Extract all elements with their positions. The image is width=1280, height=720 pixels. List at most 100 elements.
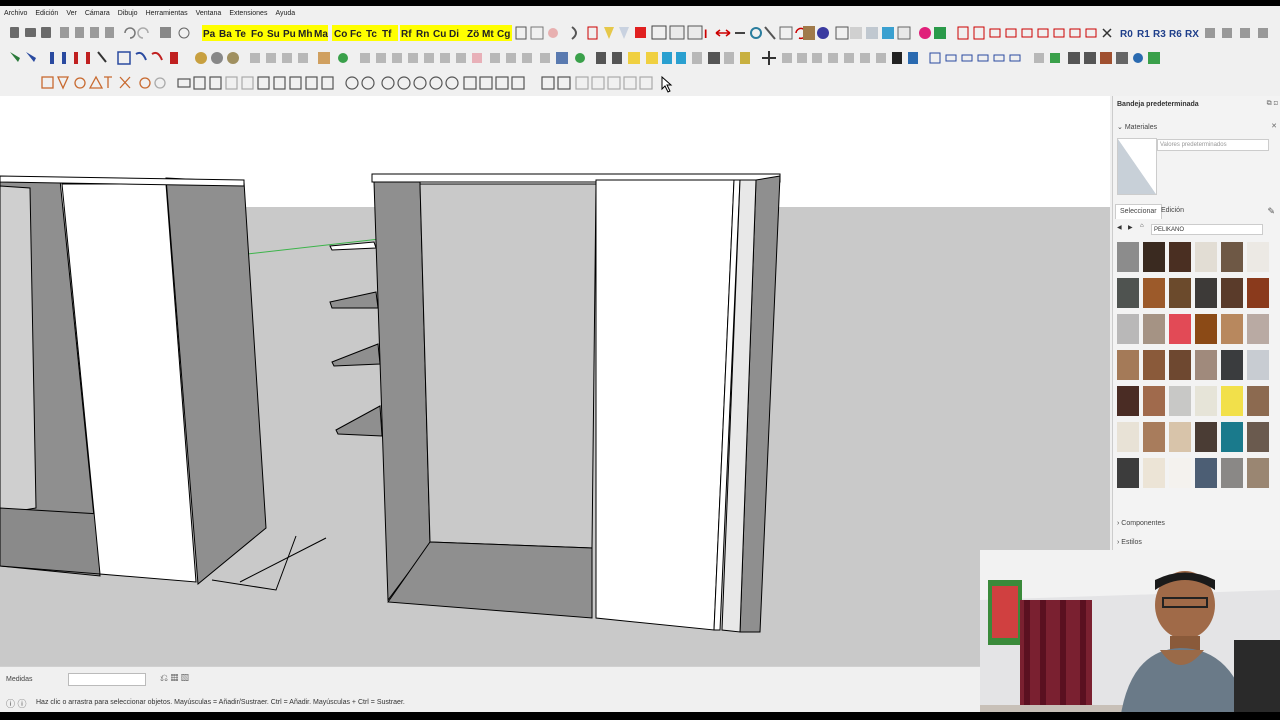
tool-h-icon[interactable] [797, 53, 807, 63]
style-icon[interactable] [556, 52, 568, 64]
tool-g-icon[interactable] [782, 53, 792, 63]
tool-a-icon[interactable] [596, 52, 606, 64]
material-swatch[interactable] [1117, 314, 1139, 344]
tool-n-icon[interactable] [892, 52, 902, 64]
section-12-icon[interactable] [540, 53, 550, 63]
plugin-ma-button[interactable]: Ma [314, 29, 328, 40]
cut-icon[interactable] [60, 27, 69, 38]
material-swatch[interactable] [1221, 350, 1243, 380]
rotation-r1-button[interactable]: R1 [1137, 29, 1150, 40]
material-swatch[interactable] [1247, 422, 1269, 452]
rotation-r3-button[interactable]: R3 [1153, 29, 1166, 40]
text-tool-icon[interactable] [515, 26, 527, 40]
material-swatch[interactable] [1169, 458, 1191, 488]
blue-arrow-icon[interactable] [662, 52, 672, 64]
tool-x-icon[interactable] [1068, 52, 1080, 64]
axes-icon[interactable] [86, 52, 90, 64]
tool-b-icon[interactable] [612, 52, 622, 64]
paste-icon[interactable] [90, 27, 99, 38]
material-swatch[interactable] [1247, 314, 1269, 344]
section-4-icon[interactable] [408, 53, 418, 63]
material-swatch[interactable] [1117, 242, 1139, 272]
material-swatch[interactable] [1195, 242, 1217, 272]
yellow-tool-icon[interactable] [628, 52, 640, 64]
red-frame-5-icon[interactable] [1021, 28, 1033, 38]
orange-tool-7-icon[interactable] [139, 77, 151, 89]
material-swatch[interactable] [1247, 458, 1269, 488]
material-name-field[interactable]: Valores predeterminados [1157, 139, 1269, 151]
plugin-mt-button[interactable]: Mt [482, 29, 494, 40]
menu-camara[interactable]: Cámara [85, 10, 110, 17]
material-swatch[interactable] [1195, 386, 1217, 416]
menu-ver[interactable]: Ver [66, 10, 77, 17]
rotation-rx-button[interactable]: RX [1185, 29, 1199, 40]
home-icon[interactable]: ⌂ [1140, 223, 1144, 229]
menu-herramientas[interactable]: Herramientas [146, 10, 188, 17]
stamp-icon[interactable] [250, 53, 260, 63]
material-swatch[interactable] [1247, 386, 1269, 416]
plugin-fc-button[interactable]: Fc [350, 29, 362, 40]
material-swatch[interactable] [1169, 386, 1191, 416]
tab-select[interactable]: Seleccionar [1115, 204, 1162, 219]
vn-tool-icon[interactable] [687, 25, 703, 40]
rotation-r0-button[interactable]: R0 [1120, 29, 1133, 40]
plugin-pa-button[interactable]: Pa [203, 29, 216, 40]
forward-arrow-icon[interactable]: ▶ [1128, 224, 1133, 231]
zoom-2-icon[interactable] [557, 76, 571, 90]
eyedropper-icon[interactable]: ✎ [1267, 206, 1275, 217]
sandbox-1-icon[interactable] [195, 52, 207, 64]
red-frame-6-icon[interactable] [1037, 28, 1049, 38]
material-swatch[interactable] [1195, 350, 1217, 380]
gray-tool-3-icon[interactable] [209, 76, 222, 90]
material-swatch[interactable] [1195, 458, 1217, 488]
orange-tool-2-icon[interactable] [56, 76, 70, 90]
face-tool-icon[interactable] [1222, 28, 1232, 38]
pencil-tool-icon[interactable] [835, 26, 849, 40]
red-frame-7-icon[interactable] [1053, 28, 1065, 38]
erase-selection-icon[interactable] [105, 27, 114, 38]
material-swatch[interactable] [1169, 242, 1191, 272]
gray-tool-1-icon[interactable] [177, 78, 191, 88]
section-1-icon[interactable] [360, 53, 370, 63]
material-swatch[interactable] [1143, 458, 1165, 488]
red-frame-8-icon[interactable] [1069, 28, 1081, 38]
section-10-icon[interactable] [506, 53, 516, 63]
tool-j-icon[interactable] [828, 53, 838, 63]
protractor-icon[interactable] [74, 52, 78, 64]
monitor-icon[interactable] [882, 27, 894, 39]
tool-bb-icon[interactable] [1133, 53, 1143, 63]
open-folder-icon[interactable] [25, 28, 36, 37]
frame-3-icon[interactable] [495, 76, 509, 90]
section-6-icon[interactable] [440, 53, 450, 63]
gray-tool-10-icon[interactable] [321, 76, 334, 90]
paint-bucket-icon[interactable] [170, 52, 178, 64]
orbit-3-icon[interactable] [381, 76, 395, 90]
material-swatch[interactable] [1195, 278, 1217, 308]
right-wardrobe[interactable] [371, 173, 781, 633]
red-square-icon[interactable] [635, 27, 646, 38]
plugin-zo-button[interactable]: Zö [467, 29, 479, 40]
material-swatch[interactable] [1195, 314, 1217, 344]
redo-icon[interactable] [137, 27, 149, 39]
gray-tool-2-icon[interactable] [193, 76, 206, 90]
box-tool-icon[interactable] [897, 26, 911, 40]
red-frame-9-icon[interactable] [1085, 28, 1097, 38]
door-icon[interactable] [803, 26, 815, 40]
tool-r-icon[interactable] [961, 54, 973, 62]
view-2-icon[interactable] [591, 76, 605, 90]
sandbox-2-icon[interactable] [211, 52, 223, 64]
gray-tool-5-icon[interactable] [241, 76, 254, 90]
view-1-icon[interactable] [575, 76, 589, 90]
tool-t-icon[interactable] [993, 54, 1005, 62]
section-5-icon[interactable] [424, 53, 434, 63]
status-tool-icons[interactable]: ⎌ ▦ ▧ [160, 673, 189, 684]
tool-o-icon[interactable] [908, 52, 918, 64]
tool-l-icon[interactable] [860, 53, 870, 63]
section-11-icon[interactable] [522, 53, 532, 63]
material-swatch[interactable] [1169, 350, 1191, 380]
pencil-frame-icon[interactable] [651, 25, 667, 40]
target-icon[interactable] [750, 27, 762, 39]
frame-2-icon[interactable] [479, 76, 493, 90]
plugin-mh-button[interactable]: Mh [298, 29, 312, 40]
tool-s-icon[interactable] [977, 54, 989, 62]
